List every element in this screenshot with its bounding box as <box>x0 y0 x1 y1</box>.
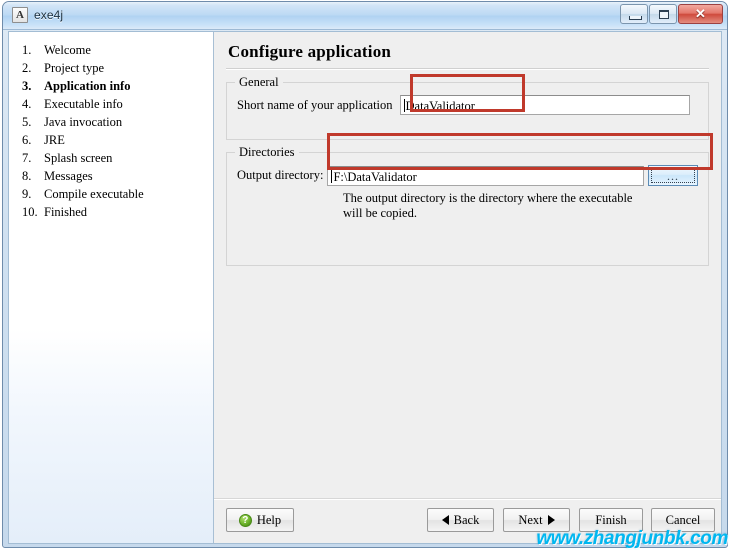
step-label: Messages <box>44 169 93 183</box>
title-bar-left: A exe4j <box>12 7 63 23</box>
next-button-label: Next <box>518 512 543 527</box>
step-label: Compile executable <box>44 187 144 201</box>
title-bar[interactable]: A exe4j ✕ <box>3 2 727 30</box>
output-dir-row: Output directory: F:\DataValidator ... <box>237 165 698 186</box>
short-name-value: DataValidator <box>405 99 475 113</box>
arrow-right-icon <box>547 515 555 525</box>
step-label: JRE <box>44 133 65 147</box>
cancel-button-label: Cancel <box>665 512 701 527</box>
browse-ellipsis-icon: ... <box>651 168 695 183</box>
minimize-icon <box>629 16 642 20</box>
client-area: 1. Welcome 2. Project type 3. Applicatio… <box>8 31 722 544</box>
help-button-label: Help <box>256 512 282 527</box>
short-name-row: Short name of your application DataValid… <box>237 95 698 115</box>
short-name-input[interactable]: DataValidator <box>399 95 690 115</box>
output-dir-input[interactable]: F:\DataValidator <box>327 165 644 186</box>
title-divider <box>226 68 709 70</box>
screenshot-root: A exe4j ✕ 1. Welcome 2. Project type 3. … <box>0 0 730 550</box>
content-panel: Configure application General Short name… <box>214 32 721 543</box>
close-icon: ✕ <box>695 6 706 21</box>
wizard-step-list: 1. Welcome 2. Project type 3. Applicatio… <box>9 32 213 221</box>
directories-groupbox: Directories Output directory: F:\DataVal… <box>226 145 709 266</box>
step-label: Application info <box>44 79 131 93</box>
step-label: Welcome <box>44 43 91 57</box>
page-title: Configure application <box>228 42 392 61</box>
step-number: 10. <box>22 205 38 219</box>
output-dir-hint-line1: The output directory is the directory wh… <box>343 191 633 205</box>
text-caret <box>403 99 405 112</box>
step-number: 4. <box>22 97 32 111</box>
sidebar-item-application-info[interactable]: 3. Application info <box>9 77 213 95</box>
step-number: 7. <box>22 151 32 165</box>
arrow-left-icon <box>441 515 449 525</box>
window-title: exe4j <box>34 8 64 22</box>
general-group-label: General <box>235 75 283 90</box>
step-number: 6. <box>22 133 32 147</box>
minimize-button[interactable] <box>620 4 648 24</box>
step-number: 3. <box>22 79 32 93</box>
next-button[interactable]: Next <box>503 508 570 532</box>
cancel-button[interactable]: Cancel <box>651 508 715 532</box>
back-button-label: Back <box>453 512 480 527</box>
sidebar-item-jre[interactable]: 6. JRE <box>9 131 213 149</box>
sidebar-item-compile-executable[interactable]: 9. Compile executable <box>9 185 213 203</box>
sidebar-item-splash-screen[interactable]: 7. Splash screen <box>9 149 213 167</box>
browse-directory-button[interactable]: ... <box>648 165 698 186</box>
wizard-button-bar: ? Help Back Next Finish Cancel <box>214 498 721 543</box>
maximize-button[interactable] <box>649 4 677 24</box>
step-label: Executable info <box>44 97 123 111</box>
help-icon: ? <box>238 513 252 527</box>
finish-button[interactable]: Finish <box>579 508 643 532</box>
sidebar-item-project-type[interactable]: 2. Project type <box>9 59 213 77</box>
maximize-icon <box>659 10 669 19</box>
close-button[interactable]: ✕ <box>678 4 723 24</box>
finish-button-label: Finish <box>595 512 627 527</box>
output-dir-hint-line2: will be copied. <box>343 206 417 220</box>
window-controls: ✕ <box>620 4 723 24</box>
help-button[interactable]: ? Help <box>226 508 294 532</box>
output-dir-value: F:\DataValidator <box>333 169 417 184</box>
wizard-sidebar: 1. Welcome 2. Project type 3. Applicatio… <box>9 32 214 543</box>
sidebar-item-java-invocation[interactable]: 5. Java invocation <box>9 113 213 131</box>
step-label: Java invocation <box>44 115 123 129</box>
step-number: 1. <box>22 43 32 57</box>
step-number: 8. <box>22 169 32 183</box>
output-dir-hint: The output directory is the directory wh… <box>343 191 698 221</box>
step-number: 9. <box>22 187 32 201</box>
output-dir-label: Output directory: <box>237 168 324 182</box>
exe4j-window: A exe4j ✕ 1. Welcome 2. Project type 3. … <box>2 1 728 548</box>
sidebar-item-welcome[interactable]: 1. Welcome <box>9 41 213 59</box>
general-groupbox: General Short name of your application D… <box>226 75 709 140</box>
back-button[interactable]: Back <box>427 508 494 532</box>
step-number: 2. <box>22 61 32 75</box>
sidebar-item-executable-info[interactable]: 4. Executable info <box>9 95 213 113</box>
sidebar-item-finished[interactable]: 10. Finished <box>9 203 213 221</box>
app-icon: A <box>12 7 28 23</box>
step-label: Project type <box>44 61 105 75</box>
step-label: Finished <box>44 205 88 219</box>
step-label: Splash screen <box>44 151 113 165</box>
directories-group-label: Directories <box>235 145 299 160</box>
short-name-label: Short name of your application <box>237 97 393 112</box>
step-number: 5. <box>22 115 32 129</box>
sidebar-item-messages[interactable]: 8. Messages <box>9 167 213 185</box>
